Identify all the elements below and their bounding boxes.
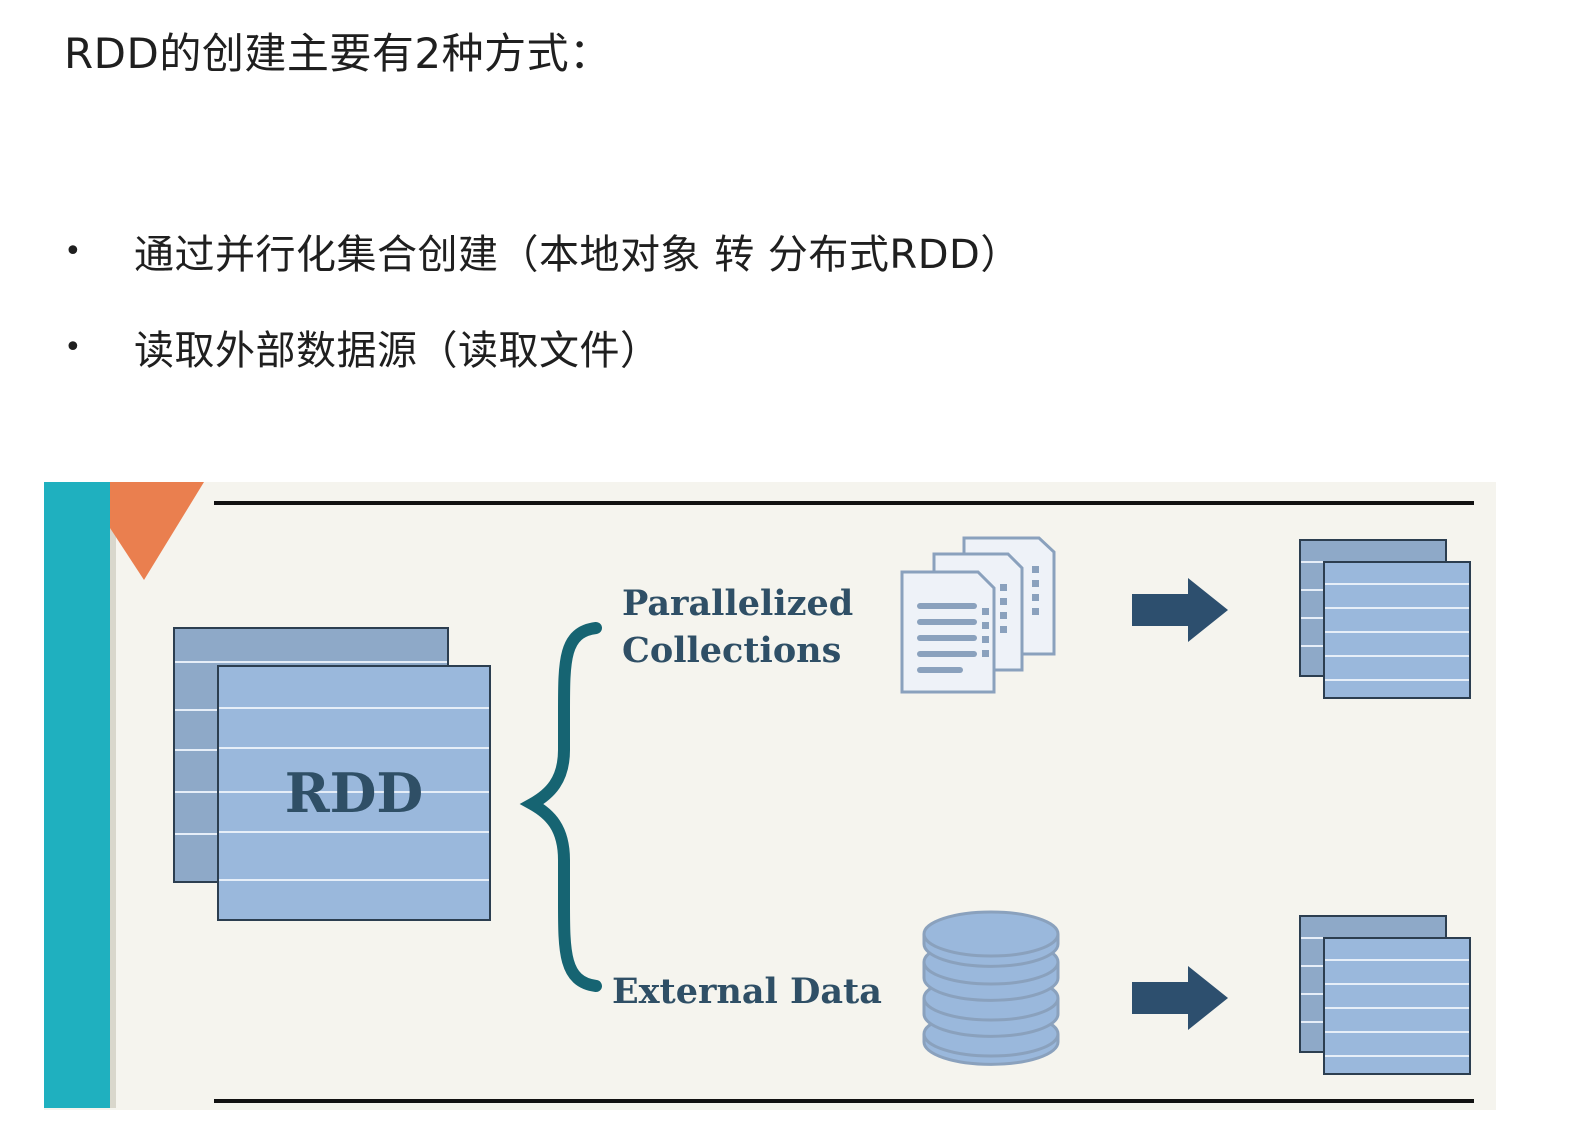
page-heading: RDD的创建主要有2种方式： bbox=[64, 29, 612, 78]
bottom-rule-line bbox=[214, 1099, 1474, 1103]
rdd-result-block-icon bbox=[1299, 915, 1471, 1075]
top-rule-line bbox=[214, 501, 1474, 505]
bullet-text: 通过并行化集合创建（本地对象 转 分布式RDD） bbox=[134, 232, 1021, 278]
teal-side-bar bbox=[44, 482, 110, 1108]
bullet-dot-icon: • bbox=[64, 233, 83, 269]
external-data-label: External Data bbox=[612, 971, 882, 1012]
side-bar-shadow bbox=[110, 482, 116, 1108]
bullet-list: • 通过并行化集合创建（本地对象 转 分布式RDD） • 读取外部数据源（读取文… bbox=[60, 218, 1021, 410]
parallelized-label-line2: Collections bbox=[622, 630, 841, 671]
rdd-creation-diagram: RDD Parallelized Collections External Da… bbox=[44, 482, 1496, 1110]
parallelized-label-line1: Parallelized bbox=[622, 583, 853, 624]
rdd-result-block-icon bbox=[1299, 539, 1471, 699]
database-icon bbox=[922, 910, 1060, 1066]
bullet-item-external: • 读取外部数据源（读取文件） bbox=[60, 314, 1021, 380]
bullet-dot-icon: • bbox=[64, 329, 83, 365]
bullet-item-parallelize: • 通过并行化集合创建（本地对象 转 分布式RDD） bbox=[60, 218, 1021, 284]
rdd-label: RDD bbox=[285, 761, 424, 825]
bullet-text: 读取外部数据源（读取文件） bbox=[134, 328, 661, 374]
